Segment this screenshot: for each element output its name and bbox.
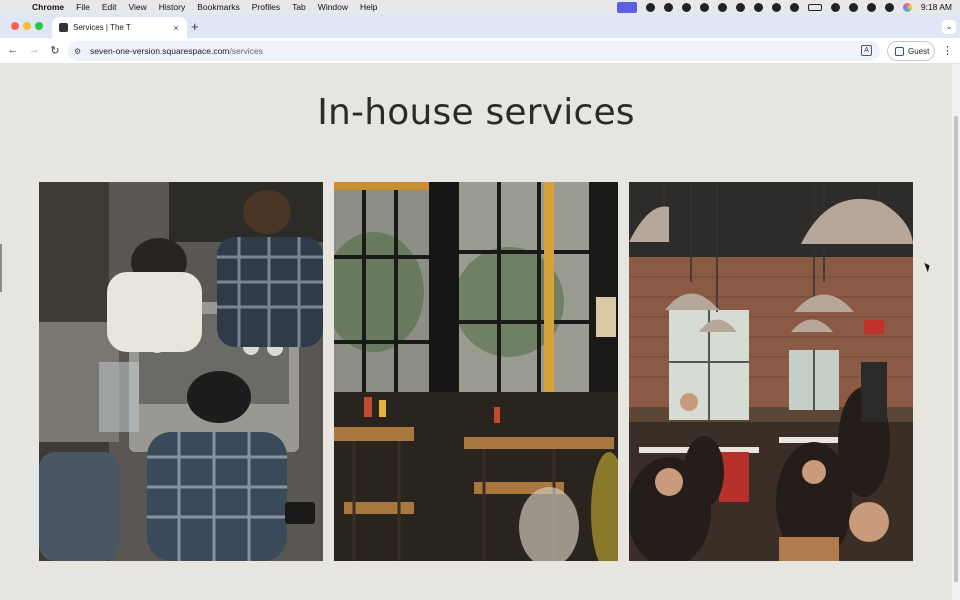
page-scrollbar[interactable] — [952, 64, 960, 600]
macos-menu-bar: Chrome File Edit View History Bookmarks … — [0, 0, 960, 14]
profile-avatar-icon — [895, 46, 904, 56]
battery-icon[interactable] — [807, 3, 822, 11]
photo-brick-restaurant — [629, 182, 913, 561]
menu-file[interactable]: File — [76, 2, 90, 12]
menu-edit[interactable]: Edit — [102, 2, 117, 12]
close-window-button[interactable] — [11, 22, 19, 30]
screen-share-icon[interactable] — [616, 1, 637, 13]
photo-cafe-windows — [334, 182, 618, 561]
tab-title: Services | The T — [73, 23, 131, 32]
site-favicon-icon — [59, 23, 68, 32]
menu-window[interactable]: Window — [318, 2, 348, 12]
control-center-icon[interactable] — [884, 2, 894, 12]
tab-search-chevron-icon[interactable]: ⌄ — [942, 20, 956, 34]
profile-button[interactable]: Guest — [887, 41, 935, 61]
side-panel-handle[interactable] — [0, 244, 2, 292]
url-host: seven-one-version.squarespace.com — [90, 46, 230, 56]
tab-close-icon[interactable]: × — [171, 23, 181, 33]
minimize-window-button[interactable] — [23, 22, 31, 30]
wifi-icon[interactable] — [830, 2, 840, 12]
translate-icon[interactable]: A — [861, 45, 872, 56]
url-text[interactable]: seven-one-version.squarespace.com/servic… — [90, 46, 263, 56]
chrome-menu-button[interactable]: ⋮ — [942, 44, 953, 57]
user-icon[interactable] — [848, 2, 858, 12]
reload-button[interactable]: ↻ — [48, 44, 62, 57]
scrollbar-thumb[interactable] — [954, 116, 958, 582]
siri-icon[interactable] — [902, 2, 912, 12]
window-controls — [11, 22, 47, 30]
profile-label: Guest — [908, 46, 930, 56]
menu-bookmarks[interactable]: Bookmarks — [197, 2, 240, 12]
zoom-window-button[interactable] — [35, 22, 43, 30]
status-info-icon[interactable] — [735, 2, 745, 12]
photo-baristas — [39, 182, 323, 561]
volume-icon[interactable] — [753, 2, 763, 12]
status-area: 9:18 AM — [616, 0, 952, 14]
address-bar[interactable]: ⚙ seven-one-version.squarespace.com/serv… — [68, 41, 880, 61]
status-circle-icon[interactable] — [681, 2, 691, 12]
clock[interactable]: 9:18 AM — [921, 2, 952, 12]
keyboard-icon[interactable] — [789, 2, 799, 12]
page-viewport: In-house services — [0, 64, 952, 600]
page-title: In-house services — [317, 92, 635, 133]
site-info-icon[interactable]: ⚙ — [74, 47, 86, 56]
status-shield-icon[interactable] — [699, 2, 709, 12]
status-moon-icon[interactable] — [717, 2, 727, 12]
menu-profiles[interactable]: Profiles — [252, 2, 280, 12]
app-menu[interactable]: Chrome — [32, 2, 64, 12]
back-button[interactable]: ← — [6, 44, 20, 56]
tab-strip: Services | The T × + ⌄ — [0, 14, 960, 38]
tab-services[interactable]: Services | The T × — [52, 17, 187, 38]
browser-toolbar: ← → ↻ ⚙ seven-one-version.squarespace.co… — [0, 38, 960, 64]
url-path: /services — [229, 46, 263, 56]
forward-button[interactable]: → — [27, 44, 41, 56]
menu-history[interactable]: History — [159, 2, 185, 12]
spotlight-search-icon[interactable] — [866, 2, 876, 12]
bluetooth-icon[interactable] — [771, 2, 781, 12]
status-app-icon[interactable] — [645, 2, 655, 12]
menu-tab[interactable]: Tab — [292, 2, 306, 12]
menu-view[interactable]: View — [128, 2, 146, 12]
status-gear-icon[interactable] — [663, 2, 673, 12]
menu-help[interactable]: Help — [360, 2, 377, 12]
new-tab-button[interactable]: + — [191, 19, 199, 34]
